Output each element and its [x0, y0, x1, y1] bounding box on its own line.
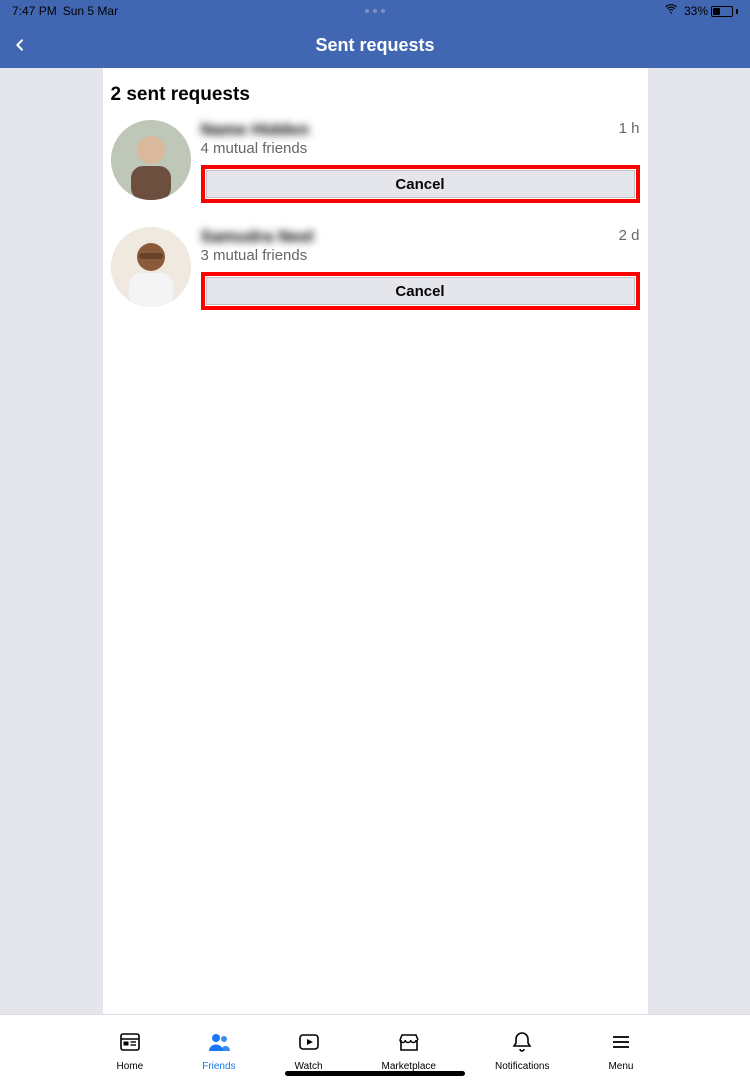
tab-marketplace[interactable]: Marketplace	[382, 1030, 436, 1072]
menu-icon	[609, 1030, 633, 1059]
tab-bar: Home Friends Watch Marketplace Notificat…	[0, 1014, 750, 1080]
watch-icon	[297, 1030, 321, 1059]
home-icon	[118, 1030, 142, 1059]
tab-label: Home	[117, 1061, 144, 1072]
tab-watch[interactable]: Watch	[295, 1030, 323, 1072]
tab-label: Watch	[295, 1061, 323, 1072]
tab-notifications[interactable]: Notifications	[495, 1030, 549, 1072]
tab-home[interactable]: Home	[117, 1030, 144, 1072]
wifi-icon	[664, 0, 678, 22]
tab-menu[interactable]: Menu	[608, 1030, 633, 1072]
sent-request-row: Samudra Neel 2 d 3 mutual friends Cancel	[103, 221, 648, 328]
request-time: 1 h	[619, 120, 640, 137]
multitask-dots	[365, 9, 385, 13]
home-indicator[interactable]	[285, 1071, 465, 1076]
cancel-button[interactable]: Cancel	[206, 170, 635, 198]
tab-label: Friends	[202, 1061, 235, 1072]
mutual-friends-label: 4 mutual friends	[201, 140, 640, 157]
cancel-highlight: Cancel	[201, 165, 640, 203]
battery-indicator: 33%	[684, 0, 738, 22]
status-time: 7:47 PM	[12, 0, 57, 22]
request-name[interactable]: Samudra Neel	[201, 227, 314, 247]
avatar[interactable]	[111, 120, 191, 200]
cancel-highlight: Cancel	[201, 272, 640, 310]
app-bar: Sent requests	[0, 22, 750, 68]
mutual-friends-label: 3 mutual friends	[201, 247, 640, 264]
status-bar: 7:47 PM Sun 5 Mar 33%	[0, 0, 750, 22]
request-time: 2 d	[619, 227, 640, 244]
section-title: 2 sent requests	[103, 80, 648, 114]
content-pane: 2 sent requests Name Hidden 1 h 4 mutual…	[103, 68, 648, 1014]
page-title: Sent requests	[315, 35, 434, 56]
tab-friends[interactable]: Friends	[202, 1030, 235, 1072]
battery-percent: 33%	[684, 0, 708, 22]
bell-icon	[510, 1030, 534, 1059]
cancel-button[interactable]: Cancel	[206, 277, 635, 305]
request-name[interactable]: Name Hidden	[201, 120, 310, 140]
back-button[interactable]	[12, 22, 28, 68]
status-date: Sun 5 Mar	[63, 0, 118, 22]
tab-label: Menu	[608, 1061, 633, 1072]
marketplace-icon	[397, 1030, 421, 1059]
sent-request-row: Name Hidden 1 h 4 mutual friends Cancel	[103, 114, 648, 221]
tab-label: Marketplace	[382, 1061, 436, 1072]
tab-label: Notifications	[495, 1061, 549, 1072]
avatar[interactable]	[111, 227, 191, 307]
chevron-left-icon	[12, 33, 28, 57]
friends-icon	[207, 1030, 231, 1059]
